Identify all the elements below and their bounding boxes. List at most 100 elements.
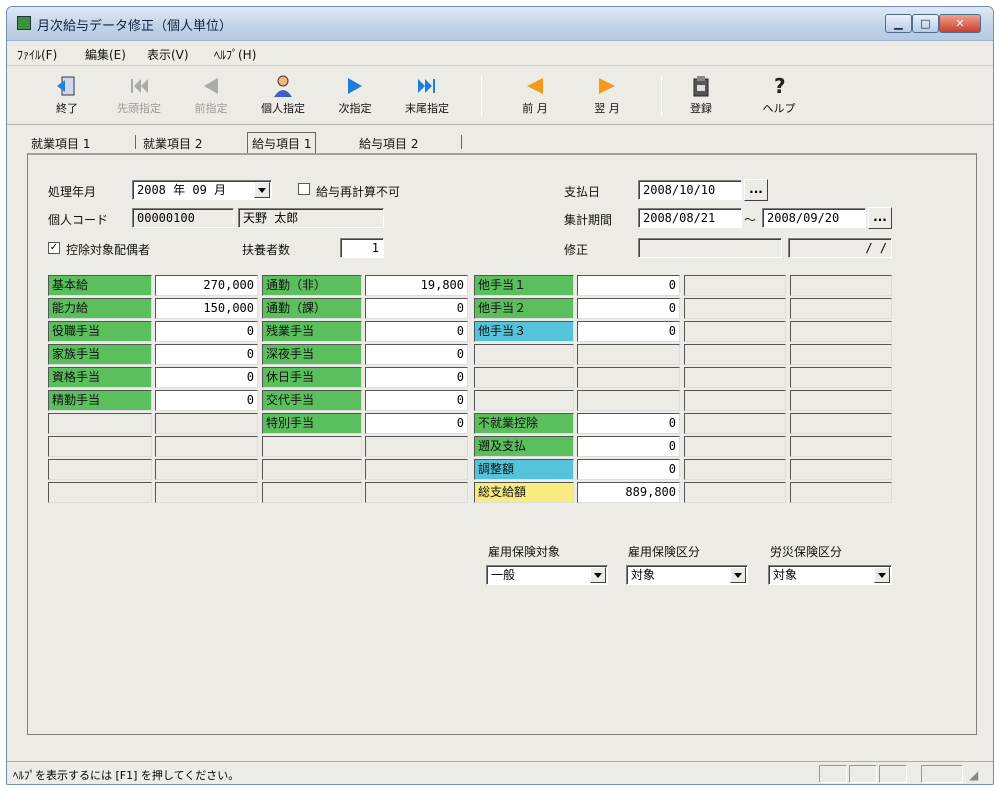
next-record-button[interactable]: 次指定: [319, 72, 391, 120]
modify-label: 修正: [564, 243, 589, 257]
next-icon: [348, 78, 362, 94]
tab-salary-items-1[interactable]: 給与項目 1: [247, 132, 317, 154]
item-label: 他手当２: [474, 298, 574, 319]
prev-icon: [204, 78, 218, 94]
item-value[interactable]: 0: [155, 367, 258, 388]
item-value[interactable]: 0: [365, 390, 468, 411]
pay-date-picker-button[interactable]: ...: [744, 179, 768, 201]
next-month-button[interactable]: 翌 月: [571, 72, 643, 120]
code-label: 個人コード: [48, 213, 109, 227]
status-pane: [879, 765, 907, 783]
item-value[interactable]: 0: [365, 321, 468, 342]
select-person-button[interactable]: 個人指定: [247, 72, 319, 120]
menu-edit[interactable]: 編集(E): [85, 46, 126, 63]
person-icon: [274, 75, 292, 97]
item-label: 他手当３: [474, 321, 574, 342]
item-value[interactable]: 0: [577, 275, 680, 296]
agg-to-field[interactable]: 2008/09/20: [762, 208, 866, 228]
minimize-button[interactable]: ▁: [885, 14, 912, 33]
item-label: 他手当１: [474, 275, 574, 296]
item-label: 残業手当: [262, 321, 362, 342]
maximize-button[interactable]: □: [912, 14, 939, 33]
item-value[interactable]: 0: [365, 413, 468, 434]
chevron-down-icon[interactable]: [590, 567, 606, 583]
empty-value: [365, 436, 468, 457]
chevron-down-icon[interactable]: [254, 182, 270, 198]
agg-period-picker-button[interactable]: ...: [868, 207, 892, 229]
dependents-field[interactable]: 1: [340, 238, 384, 258]
help-icon: ?: [774, 74, 786, 98]
item-value[interactable]: 0: [577, 298, 680, 319]
modify-field: [638, 238, 782, 258]
prev-record-button[interactable]: 前指定: [175, 72, 247, 120]
item-value[interactable]: 150,000: [155, 298, 258, 319]
item-label: 基本給: [48, 275, 152, 296]
item-value[interactable]: 0: [155, 390, 258, 411]
no-recalc-checkbox[interactable]: [298, 183, 310, 195]
item-label: 調整額: [474, 459, 574, 480]
title-bar[interactable]: 月次給与データ修正（個人単位） ▁ □ ✕: [7, 7, 993, 41]
resize-grip-icon[interactable]: ◢: [969, 768, 978, 782]
employee-code-field: 00000100: [132, 208, 234, 228]
empty-cell: [684, 482, 786, 503]
menu-file[interactable]: ﾌｧｲﾙ(F): [17, 46, 57, 63]
close-button[interactable]: ✕: [939, 14, 981, 33]
item-value[interactable]: 19,800: [365, 275, 468, 296]
empty-value: [577, 367, 680, 388]
register-button[interactable]: 登録: [665, 72, 737, 120]
item-value[interactable]: 0: [577, 459, 680, 480]
item-value[interactable]: 270,000: [155, 275, 258, 296]
empty-label: [262, 436, 362, 457]
item-value[interactable]: 0: [365, 367, 468, 388]
tab-work-items-2[interactable]: 就業項目 2: [143, 135, 202, 152]
empty-cell: [790, 390, 892, 411]
item-value[interactable]: 0: [577, 321, 680, 342]
item-value[interactable]: 0: [365, 344, 468, 365]
exit-button[interactable]: 終了: [31, 72, 103, 120]
employment-insurance-select[interactable]: 一般: [486, 565, 608, 585]
toolbar-separator: [481, 76, 482, 116]
employment-class-select[interactable]: 対象: [626, 565, 748, 585]
item-label: 精勤手当: [48, 390, 152, 411]
empty-cell: [684, 321, 786, 342]
empty-label: [262, 459, 362, 480]
item-value[interactable]: 0: [155, 321, 258, 342]
first-record-button[interactable]: 先頭指定: [103, 72, 175, 120]
empty-value: [365, 459, 468, 480]
tab-work-items-1[interactable]: 就業項目 1: [31, 135, 90, 152]
menu-view[interactable]: 表示(V): [147, 46, 189, 63]
deduct-spouse-checkbox[interactable]: ✓: [48, 242, 60, 254]
item-value[interactable]: 0: [365, 298, 468, 319]
toolbar-separator: [661, 76, 662, 116]
menu-help[interactable]: ﾍﾙﾌﾟ(H): [214, 46, 256, 63]
item-value[interactable]: 0: [155, 344, 258, 365]
item-label: 通勤（課）: [262, 298, 362, 319]
item-label: 深夜手当: [262, 344, 362, 365]
empty-cell: [684, 275, 786, 296]
total-value: 889,800: [577, 482, 680, 503]
chevron-down-icon[interactable]: [874, 567, 890, 583]
prev-month-button[interactable]: 前 月: [499, 72, 571, 120]
item-label: 休日手当: [262, 367, 362, 388]
status-pane: [921, 765, 963, 783]
item-label: 能力給: [48, 298, 152, 319]
workers-insurance-select[interactable]: 対象: [768, 565, 892, 585]
employee-name-field: 天野 太郎: [238, 208, 384, 228]
last-record-button[interactable]: 末尾指定: [391, 72, 463, 120]
item-label: 交代手当: [262, 390, 362, 411]
empty-cell: [684, 390, 786, 411]
empty-cell: [684, 367, 786, 388]
chevron-down-icon[interactable]: [730, 567, 746, 583]
tab-salary-items-2[interactable]: 給与項目 2: [359, 135, 418, 152]
item-value[interactable]: 0: [577, 413, 680, 434]
empty-label: [48, 482, 152, 503]
pay-date-field[interactable]: 2008/10/10: [638, 180, 742, 200]
item-label: 特別手当: [262, 413, 362, 434]
agg-from-field[interactable]: 2008/08/21: [638, 208, 742, 228]
item-value[interactable]: 0: [577, 436, 680, 457]
period-select[interactable]: 2008 年 09 月: [132, 180, 272, 200]
empty-label: [474, 367, 574, 388]
empty-label: [474, 344, 574, 365]
empty-cell: [790, 482, 892, 503]
help-button[interactable]: ? ヘルプ: [743, 72, 815, 120]
